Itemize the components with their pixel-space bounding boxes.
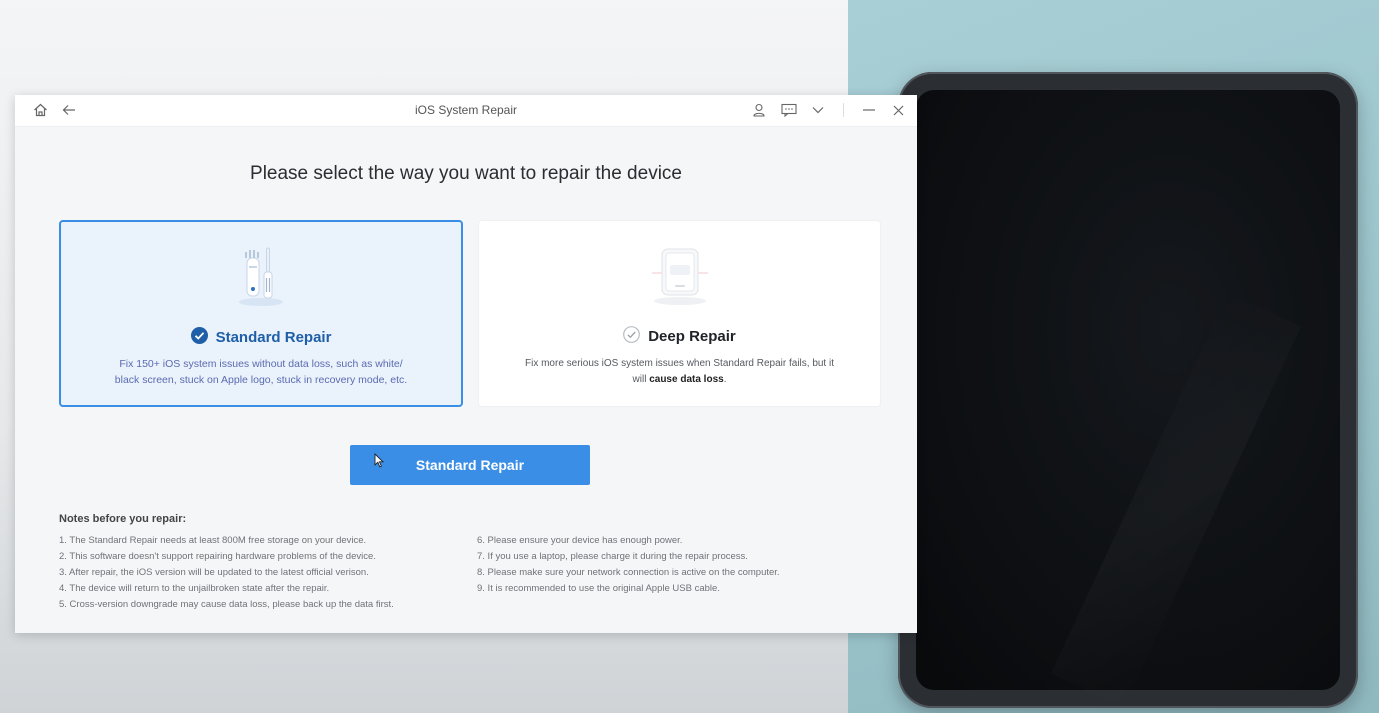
ipad-device: [898, 72, 1358, 708]
user-icon[interactable]: [750, 101, 768, 119]
minimize-icon[interactable]: [860, 101, 878, 119]
note-item: 3. After repair, the iOS version will be…: [59, 567, 369, 578]
close-icon[interactable]: [889, 101, 907, 119]
mouse-cursor-icon: [374, 452, 385, 471]
notes-list-right: 6. Please ensure your device has enough …: [477, 533, 877, 597]
note-item: 4. The device will return to the unjailb…: [59, 583, 330, 594]
app-window: iOS System Repair Please select the way …: [15, 95, 917, 633]
data-loss-warning: cause data loss: [649, 373, 724, 385]
deep-repair-device-icon: [642, 243, 718, 312]
title-bar: iOS System Repair: [15, 95, 917, 127]
note-item: 6. Please ensure your device has enough …: [477, 535, 683, 546]
chevron-down-icon[interactable]: [809, 101, 827, 119]
repair-tools-icon: [231, 244, 291, 313]
feedback-icon[interactable]: [780, 101, 798, 119]
deep-repair-title: Deep Repair: [648, 328, 736, 345]
notes-title: Notes before you repair:: [59, 513, 187, 525]
note-item: 9. It is recommended to use the original…: [477, 583, 720, 594]
deep-repair-description: Fix more serious iOS system issues when …: [524, 358, 834, 385]
standard-repair-description: Fix 150+ iOS system issues without data …: [114, 358, 408, 386]
standard-repair-option[interactable]: Standard Repair Fix 150+ iOS system issu…: [59, 220, 463, 407]
deep-repair-option[interactable]: Deep Repair Fix more serious iOS system …: [478, 220, 881, 407]
note-item: 7. If you use a laptop, please charge it…: [477, 551, 748, 562]
titlebar-divider: [843, 103, 844, 117]
note-item: 1. The Standard Repair needs at least 80…: [59, 535, 367, 546]
note-item: 8. Please make sure your network connect…: [477, 567, 780, 578]
ipad-screen: [916, 90, 1340, 708]
note-item: 2. This software doesn't support repairi…: [59, 551, 376, 562]
standard-repair-title: Standard Repair: [215, 329, 332, 346]
selected-check-icon: [190, 327, 208, 348]
note-item: 5. Cross-version downgrade may cause dat…: [59, 599, 394, 610]
unselected-check-icon: [623, 326, 641, 347]
page-heading: Please select the way you want to repair…: [250, 163, 682, 184]
standard-repair-button[interactable]: Standard Repair: [350, 445, 590, 485]
notes-list-left: 1. The Standard Repair needs at least 80…: [59, 533, 459, 613]
